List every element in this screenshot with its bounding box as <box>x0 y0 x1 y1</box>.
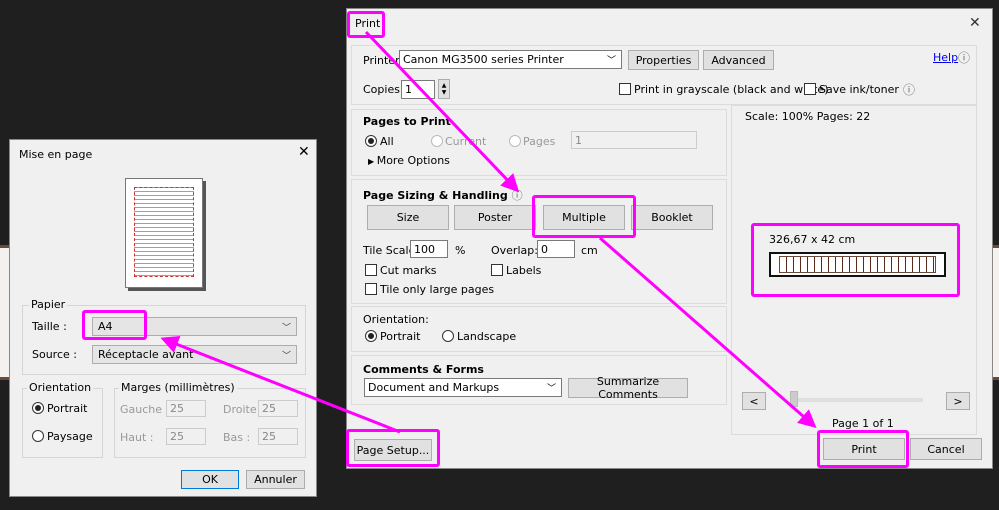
pages-input[interactable]: 1 <box>571 131 697 149</box>
annotation-box <box>346 429 440 467</box>
printer-label: Printer: <box>363 54 404 67</box>
sizing-heading: Page Sizing & Handling ⓘ <box>363 189 523 202</box>
help-icon[interactable]: ⓘ <box>958 49 970 66</box>
droite-input[interactable]: 25 <box>258 400 298 417</box>
current-label: Current <box>445 135 487 148</box>
haut-label: Haut : <box>120 431 154 444</box>
portrait-label: Portrait <box>47 402 88 415</box>
close-icon[interactable]: ✕ <box>298 144 310 160</box>
annuler-button[interactable]: Annuler <box>246 470 305 489</box>
prev-page-button[interactable]: < <box>742 392 766 410</box>
printer-select[interactable]: Canon MG3500 series Printer ﹀ <box>399 50 622 69</box>
poster-button[interactable]: Poster <box>454 205 536 230</box>
pages-label: Pages <box>523 135 556 148</box>
annotation-box <box>751 223 960 297</box>
source-select[interactable]: Réceptacle avant ﹀ <box>92 345 297 364</box>
papier-group: Papier <box>22 298 306 375</box>
annotation-box <box>817 430 909 468</box>
help-link[interactable]: Help <box>933 51 958 64</box>
paysage-label: Paysage <box>47 430 93 443</box>
copies-stepper[interactable]: ▲ ▼ <box>438 79 450 99</box>
booklet-button[interactable]: Booklet <box>631 205 713 230</box>
scale-info: Scale: 100% Pages: 22 <box>745 110 871 123</box>
advanced-button[interactable]: Advanced <box>703 50 774 70</box>
chevron-down-icon: ﹀ <box>546 384 556 394</box>
grayscale-label: Print in grayscale (black and white) <box>634 83 829 96</box>
cancel-button[interactable]: Cancel <box>910 438 982 460</box>
page-slider[interactable] <box>790 398 923 402</box>
marges-label: Marges (millimètres) <box>119 381 237 394</box>
chevron-down-icon: ﹀ <box>281 323 291 333</box>
taille-label: Taille : <box>32 320 67 333</box>
page-info: Page 1 of 1 <box>832 417 894 430</box>
annotation-box <box>82 310 147 340</box>
source-label: Source : <box>32 348 77 361</box>
labels-checkbox[interactable] <box>491 264 503 276</box>
chevron-down-icon: ﹀ <box>606 56 616 66</box>
grayscale-checkbox[interactable] <box>619 83 631 95</box>
more-options-toggle[interactable]: ▶ More Options <box>368 154 450 167</box>
overlap-input[interactable]: 0 <box>537 240 575 258</box>
percent-label: % <box>455 244 466 257</box>
bas-label: Bas : <box>223 431 251 444</box>
cut-marks-checkbox[interactable] <box>365 264 377 276</box>
cut-marks-label: Cut marks <box>380 264 437 277</box>
triangle-right-icon: ▶ <box>368 157 377 166</box>
chevron-down-icon: ﹀ <box>281 351 291 361</box>
page-preview <box>125 178 203 288</box>
pages-radio[interactable] <box>509 135 521 147</box>
all-label: All <box>380 135 394 148</box>
gauche-input[interactable]: 25 <box>166 400 206 417</box>
gauche-label: Gauche : <box>120 403 170 416</box>
marges-group: Marges (millimètres) <box>114 381 306 458</box>
haut-input[interactable]: 25 <box>166 428 206 445</box>
info-icon[interactable]: ⓘ <box>903 81 915 98</box>
pages-heading: Pages to Print <box>363 115 451 128</box>
page-setup-dialog: Mise en page ✕ Papier Taille : A4 ﹀ Sourc… <box>9 139 317 497</box>
save-ink-label: Save ink/toner <box>819 83 899 96</box>
current-radio[interactable] <box>431 135 443 147</box>
tile-large-label: Tile only large pages <box>380 283 495 296</box>
bas-input[interactable]: 25 <box>258 428 298 445</box>
labels-label: Labels <box>506 264 542 277</box>
tile-large-checkbox[interactable] <box>365 283 377 295</box>
landscape-radio[interactable] <box>442 330 454 342</box>
papier-label: Papier <box>29 298 68 311</box>
background-document <box>993 245 999 380</box>
portrait-radio[interactable] <box>365 330 377 342</box>
overlap-label: Overlap: <box>491 244 538 257</box>
orientation-label: Orientation <box>27 381 94 394</box>
save-ink-checkbox[interactable] <box>804 83 816 95</box>
slider-handle[interactable] <box>790 391 798 407</box>
all-radio[interactable] <box>365 135 377 147</box>
portrait-label: Portrait <box>380 330 421 343</box>
size-button[interactable]: Size <box>367 205 449 230</box>
info-icon[interactable]: ⓘ <box>512 189 523 202</box>
paysage-radio[interactable] <box>32 430 44 442</box>
annotation-box <box>532 195 636 238</box>
copies-label: Copies: <box>363 83 404 96</box>
tile-scale-input[interactable]: 100 <box>410 240 448 258</box>
cm-label: cm <box>581 244 598 257</box>
properties-button[interactable]: Properties <box>628 50 699 70</box>
comments-select[interactable]: Document and Markups ﹀ <box>364 378 562 397</box>
comments-heading: Comments & Forms <box>363 363 484 376</box>
close-icon[interactable]: ✕ <box>969 15 981 31</box>
summarize-comments-button[interactable]: Summarize Comments <box>568 375 688 401</box>
orientation-label: Orientation: <box>363 313 429 326</box>
dialog-title: Mise en page <box>19 148 93 161</box>
annotation-box <box>347 11 385 38</box>
copies-input[interactable]: 1 <box>401 80 435 99</box>
orientation-group: Orientation <box>22 381 103 458</box>
next-page-button[interactable]: > <box>946 392 970 410</box>
portrait-radio[interactable] <box>32 402 44 414</box>
ok-button[interactable]: OK <box>181 470 239 489</box>
landscape-label: Landscape <box>457 330 517 343</box>
